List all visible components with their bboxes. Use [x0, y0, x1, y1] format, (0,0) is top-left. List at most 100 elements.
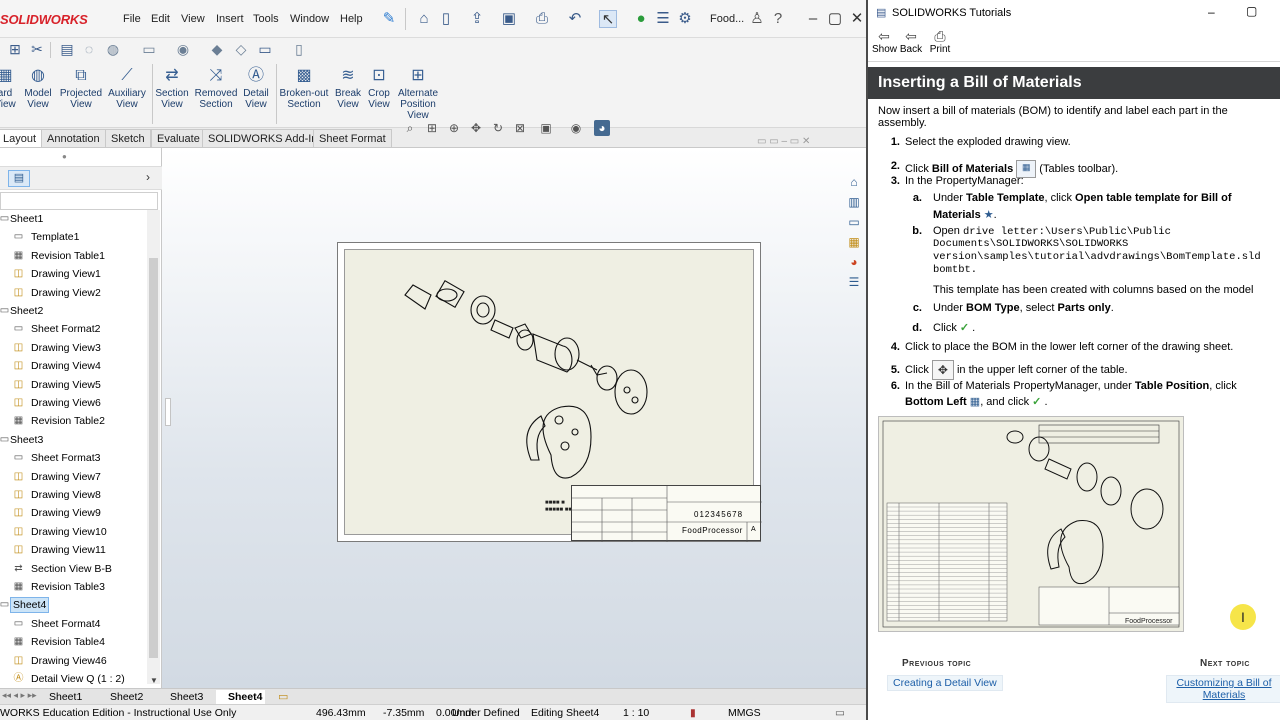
- tab-sheet-format[interactable]: Sheet Format: [313, 129, 392, 147]
- sheet-tab-1[interactable]: Sheet1: [37, 690, 82, 704]
- tree-item[interactable]: ◫ Drawing View9: [0, 504, 150, 522]
- back-button[interactable]: ⇦ Back: [898, 28, 924, 55]
- weld-icon[interactable]: ◆: [208, 40, 226, 58]
- tree-item[interactable]: ▭ Sheet Format2: [0, 320, 150, 338]
- tab-layout[interactable]: Layout: [0, 129, 43, 147]
- menu-file[interactable]: File: [123, 13, 141, 25]
- surface-finish-icon[interactable]: ▭: [140, 40, 158, 58]
- rebuild-status-icon[interactable]: ▮: [690, 707, 696, 719]
- select-icon[interactable]: ↖: [599, 10, 617, 28]
- panel-grip-icon[interactable]: ●: [62, 152, 67, 161]
- collapse-panel-handle[interactable]: [165, 398, 171, 426]
- tutorials-maximize-icon[interactable]: ▢: [1246, 4, 1257, 18]
- task-pane-home-icon[interactable]: ⌂: [846, 174, 862, 190]
- tree-item[interactable]: ◫ Drawing View7: [0, 468, 150, 486]
- tree-item[interactable]: ◫ Drawing View3: [0, 339, 150, 357]
- tab-evaluate[interactable]: Evaluate: [151, 129, 206, 147]
- rotate-icon[interactable]: ↻: [490, 120, 506, 136]
- display-style-icon[interactable]: ▣: [538, 120, 554, 136]
- tree-item[interactable]: ◫ Drawing View11: [0, 541, 150, 559]
- sheet-nav-arrows-icon[interactable]: ◂◂ ◂ ▸ ▸▸: [2, 690, 37, 701]
- file-properties-icon[interactable]: ☰: [654, 10, 672, 28]
- detail-view-button[interactable]: Ⓐ Detail View: [240, 66, 272, 110]
- zoom-to-fit-icon[interactable]: ⌕: [402, 120, 418, 136]
- print-button[interactable]: ⎙ Print: [927, 28, 953, 55]
- menu-window[interactable]: Window: [290, 13, 329, 25]
- projected-view-button[interactable]: ⧉ Projected View: [58, 66, 104, 110]
- tree-item[interactable]: ◫ Drawing View46: [0, 652, 150, 670]
- open-icon[interactable]: ⇪: [468, 10, 486, 28]
- menu-edit[interactable]: Edit: [151, 13, 170, 25]
- tree-item[interactable]: ⇄ Section View B-B: [0, 560, 150, 578]
- smart-dimension-icon[interactable]: ⊞: [6, 40, 24, 58]
- close-icon[interactable]: ✕: [848, 10, 866, 28]
- sheet-tab-2[interactable]: Sheet2: [98, 690, 143, 704]
- menu-help[interactable]: Help: [340, 13, 363, 25]
- tree-item[interactable]: Ⓐ Detail View Q (1 : 2): [0, 670, 150, 688]
- pin-icon[interactable]: ✎: [380, 10, 398, 28]
- table-icon[interactable]: ▯: [290, 40, 308, 58]
- tree-item[interactable]: ▭ Sheet Format4: [0, 615, 150, 633]
- tab-sketch[interactable]: Sketch: [105, 129, 151, 147]
- menu-view[interactable]: View: [181, 13, 205, 25]
- hide-show-items-icon[interactable]: ◉: [568, 120, 584, 136]
- tree-item[interactable]: ▦ Revision Table4: [0, 633, 150, 651]
- previous-topic-link[interactable]: Creating a Detail View: [887, 675, 1003, 691]
- sheet-tab-4[interactable]: Sheet4: [216, 690, 266, 704]
- undo-icon[interactable]: ↶: [566, 10, 584, 28]
- tree-filter-input[interactable]: [0, 192, 158, 210]
- menu-insert[interactable]: Insert: [216, 13, 244, 25]
- sheet-tab-3[interactable]: Sheet3: [158, 690, 203, 704]
- zoom-in-out-icon[interactable]: ⊕: [446, 120, 462, 136]
- balloon-icon[interactable]: ◌: [80, 40, 98, 58]
- section-view-button[interactable]: ⇄ Section View: [154, 66, 190, 110]
- status-scale[interactable]: 1 : 10: [623, 707, 649, 719]
- rebuild-icon[interactable]: ●: [632, 10, 650, 28]
- show-button[interactable]: ⇦ Show: [872, 28, 897, 55]
- view-palette-icon[interactable]: ▦: [846, 234, 862, 250]
- window-controls-icon[interactable]: ▭ ▭ – ▭ ✕: [757, 136, 810, 147]
- tab-annotation[interactable]: Annotation: [41, 129, 106, 147]
- alternate-position-view-button[interactable]: ⊞ Alternate Position View: [396, 66, 440, 121]
- appearance-icon[interactable]: ◕: [594, 120, 610, 136]
- tree-item[interactable]: ▦ Revision Table1: [0, 247, 150, 265]
- tree-item[interactable]: ◫ Drawing View6: [0, 394, 150, 412]
- status-units[interactable]: MMGS: [728, 707, 761, 719]
- maximize-icon[interactable]: ▢: [826, 10, 844, 28]
- tree-item[interactable]: ◫ Drawing View2: [0, 284, 150, 302]
- chevron-right-icon[interactable]: ›: [146, 170, 150, 184]
- datum-icon[interactable]: ◇: [232, 40, 250, 58]
- help-icon[interactable]: ?: [769, 10, 787, 28]
- stack-balloon-icon[interactable]: ◍: [104, 40, 122, 58]
- tree-item[interactable]: ▭ Sheet1: [0, 210, 150, 228]
- graphics-area[interactable]: ⌕ ⊞ ⊕ ✥ ↻ ⊠ ▣ ◉ ◕ ▭ ▭ – ▭ ✕ ■■■■ ■ ■■■■■…: [162, 120, 866, 688]
- feature-manager-tab-icon[interactable]: ▤: [8, 170, 30, 187]
- tree-item[interactable]: ◫ Drawing View5: [0, 376, 150, 394]
- note-icon[interactable]: ▤: [58, 40, 76, 58]
- custom-properties-icon[interactable]: ☰: [846, 274, 862, 290]
- tree-item[interactable]: ▭ Sheet Format3: [0, 449, 150, 467]
- tab-solidworks-add-ins[interactable]: SOLIDWORKS Add-Ins: [202, 129, 329, 147]
- tree-item[interactable]: ◫ Drawing View1: [0, 265, 150, 283]
- print-icon[interactable]: ⎙: [533, 10, 551, 28]
- appearances-icon[interactable]: ◕: [846, 254, 862, 270]
- new-document-icon[interactable]: ▯: [437, 10, 455, 28]
- pan-icon[interactable]: ✥: [468, 120, 484, 136]
- tree-item[interactable]: ▭ Sheet2: [0, 302, 150, 320]
- scroll-down-icon[interactable]: ▼: [150, 676, 158, 685]
- tree-item[interactable]: ◫ Drawing View8: [0, 486, 150, 504]
- tree-item[interactable]: ▦ Revision Table2: [0, 412, 150, 430]
- home-icon[interactable]: ⌂: [415, 10, 433, 28]
- next-topic-link[interactable]: Customizing a Bill of Materials: [1166, 675, 1280, 703]
- auxiliary-view-button[interactable]: ⟋ Auxiliary View: [106, 66, 148, 110]
- zoom-to-area-icon[interactable]: ⊞: [424, 120, 440, 136]
- title-block[interactable]: 012345678 FoodProcessor A: [571, 485, 762, 542]
- tree-item[interactable]: ◫ Drawing View10: [0, 523, 150, 541]
- save-icon[interactable]: ▣: [500, 10, 518, 28]
- user-icon[interactable]: ♙: [748, 10, 766, 28]
- broken-out-section-button[interactable]: ▩ Broken-out Section: [278, 66, 330, 110]
- break-view-button[interactable]: ≋ Break View: [334, 66, 362, 110]
- design-library-icon[interactable]: ▥: [846, 194, 862, 210]
- hide-show-icon[interactable]: ◉: [174, 40, 192, 58]
- options-gear-icon[interactable]: ⚙: [676, 10, 694, 28]
